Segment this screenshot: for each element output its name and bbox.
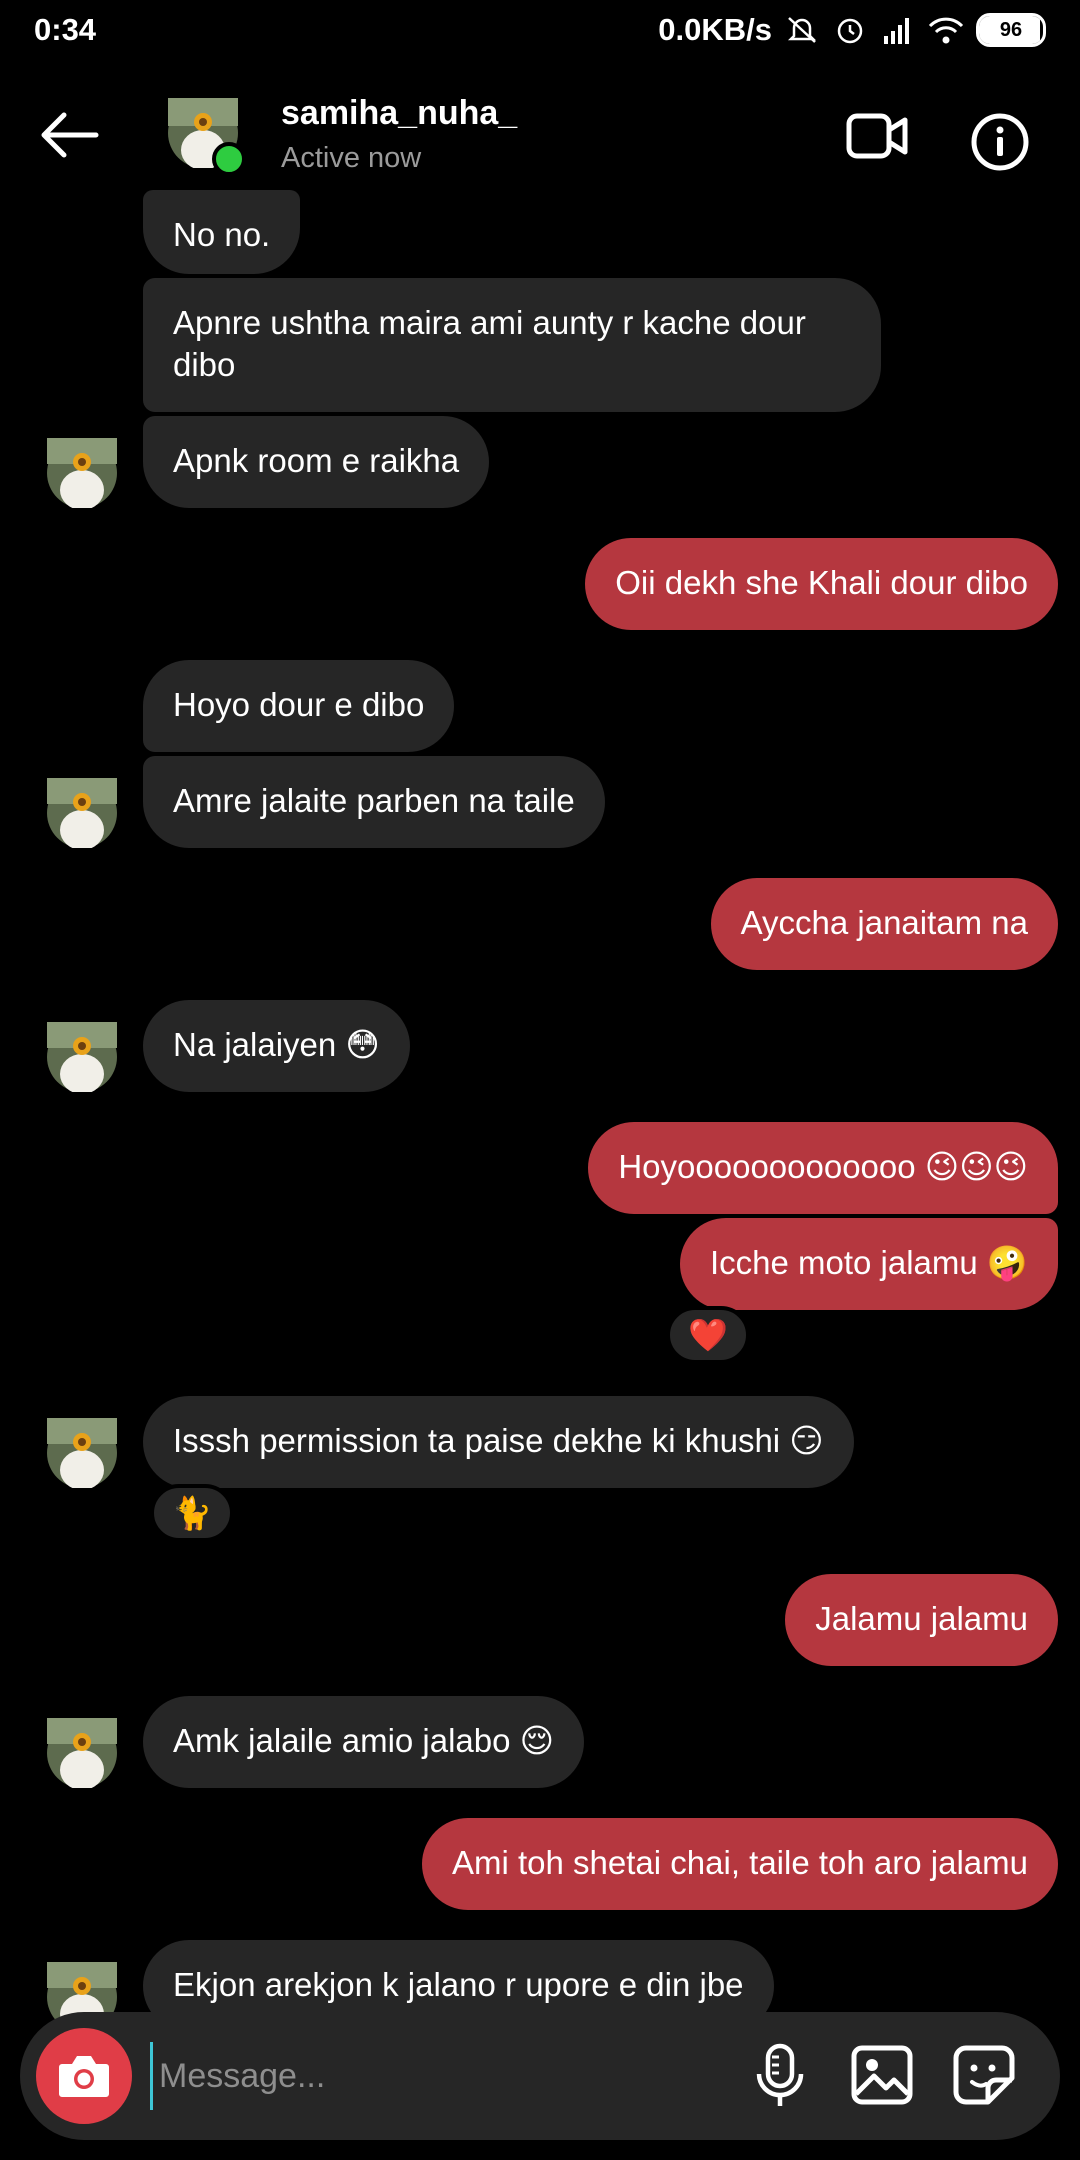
status-bar: 0:34 0.0KB/s 96 bbox=[0, 0, 1080, 62]
reaction-emoji: 🐈 bbox=[172, 1495, 212, 1531]
message-bubble[interactable]: Apnre ushtha maira ami aunty r kache dou… bbox=[143, 278, 881, 412]
reaction-emoji: ❤️ bbox=[688, 1317, 728, 1353]
message-composer bbox=[20, 2012, 1060, 2140]
wifi-icon bbox=[928, 17, 964, 44]
avatar[interactable] bbox=[47, 1718, 117, 1788]
message-bubble[interactable]: Hoyooooooooooooo 😉😉😉 bbox=[588, 1122, 1058, 1214]
message-input[interactable] bbox=[150, 2042, 730, 2110]
active-status: Active now bbox=[281, 142, 422, 174]
signal-icon bbox=[884, 18, 909, 44]
message-text: Apnk room e raikha bbox=[173, 442, 460, 479]
message-text: Ami toh shetai chai, taile toh aro jalam… bbox=[452, 1844, 1028, 1881]
video-call-icon[interactable] bbox=[846, 110, 908, 162]
back-arrow-icon[interactable] bbox=[38, 110, 100, 160]
sticker-icon[interactable] bbox=[952, 2044, 1016, 2106]
message-text: No no. bbox=[173, 216, 271, 253]
reaction-badge[interactable]: 🐈 bbox=[150, 1484, 234, 1542]
message-bubble[interactable]: Hoyo dour e dibo bbox=[143, 660, 455, 752]
network-speed: 0.0KB/s bbox=[658, 12, 772, 47]
message-text: Oii dekh she Khali dour dibo bbox=[615, 564, 1028, 601]
camera-icon bbox=[59, 2056, 109, 2097]
avatar[interactable] bbox=[47, 1418, 117, 1488]
message-bubble[interactable]: Oii dekh she Khali dour dibo bbox=[585, 538, 1058, 630]
message-bubble[interactable]: No no. bbox=[143, 190, 301, 274]
message-bubble[interactable]: Apnk room e raikha bbox=[143, 416, 490, 508]
avatar[interactable] bbox=[47, 438, 117, 508]
reaction-badge[interactable]: ❤️ bbox=[666, 1306, 750, 1364]
message-text: Hoyo dour e dibo bbox=[173, 686, 425, 723]
message-text: Jalamu jalamu bbox=[815, 1600, 1028, 1637]
username[interactable]: samiha_nuha_ bbox=[281, 94, 517, 133]
message-bubble[interactable]: Isssh permission ta paise dekhe ki khush… bbox=[143, 1396, 854, 1488]
message-text: Na jalaiyen 😳 bbox=[173, 1026, 380, 1063]
message-bubble[interactable]: Na jalaiyen 😳 bbox=[143, 1000, 410, 1092]
message-text: Amk jalaile amio jalabo 😌 bbox=[173, 1722, 555, 1759]
message-bubble[interactable]: Ami toh shetai chai, taile toh aro jalam… bbox=[422, 1818, 1058, 1910]
battery-level: 96 bbox=[999, 18, 1023, 41]
message-text: Hoyooooooooooooo 😉😉😉 bbox=[618, 1148, 1028, 1185]
message-bubble[interactable]: Jalamu jalamu bbox=[785, 1574, 1058, 1666]
message-text: Amre jalaite parben na taile bbox=[173, 782, 575, 819]
avatar[interactable] bbox=[47, 778, 117, 848]
info-icon[interactable] bbox=[970, 112, 1030, 172]
avatar[interactable] bbox=[47, 1022, 117, 1092]
microphone-icon[interactable] bbox=[755, 2042, 805, 2110]
message-text: Apnre ushtha maira ami aunty r kache dou… bbox=[173, 304, 806, 383]
message-text: Isssh permission ta paise dekhe ki khush… bbox=[173, 1422, 824, 1459]
message-bubble[interactable]: Amre jalaite parben na taile bbox=[143, 756, 605, 848]
online-indicator bbox=[212, 142, 246, 176]
message-text: Ayccha janaitam na bbox=[740, 904, 1028, 941]
battery-icon: 96 bbox=[976, 13, 1046, 47]
message-text: Icche moto jalamu 🤪 bbox=[709, 1244, 1028, 1281]
mute-icon bbox=[787, 17, 817, 43]
alarm-icon bbox=[837, 18, 863, 44]
message-bubble[interactable]: Icche moto jalamu 🤪 bbox=[679, 1218, 1058, 1310]
message-bubble[interactable]: Ayccha janaitam na bbox=[710, 878, 1058, 970]
message-bubble[interactable]: Amk jalaile amio jalabo 😌 bbox=[143, 1696, 585, 1788]
gallery-icon[interactable] bbox=[850, 2044, 914, 2106]
status-time: 0:34 bbox=[34, 12, 97, 47]
camera-button[interactable] bbox=[36, 2028, 132, 2124]
message-text: Ekjon arekjon k jalano r upore e din jbe bbox=[173, 1966, 744, 2003]
